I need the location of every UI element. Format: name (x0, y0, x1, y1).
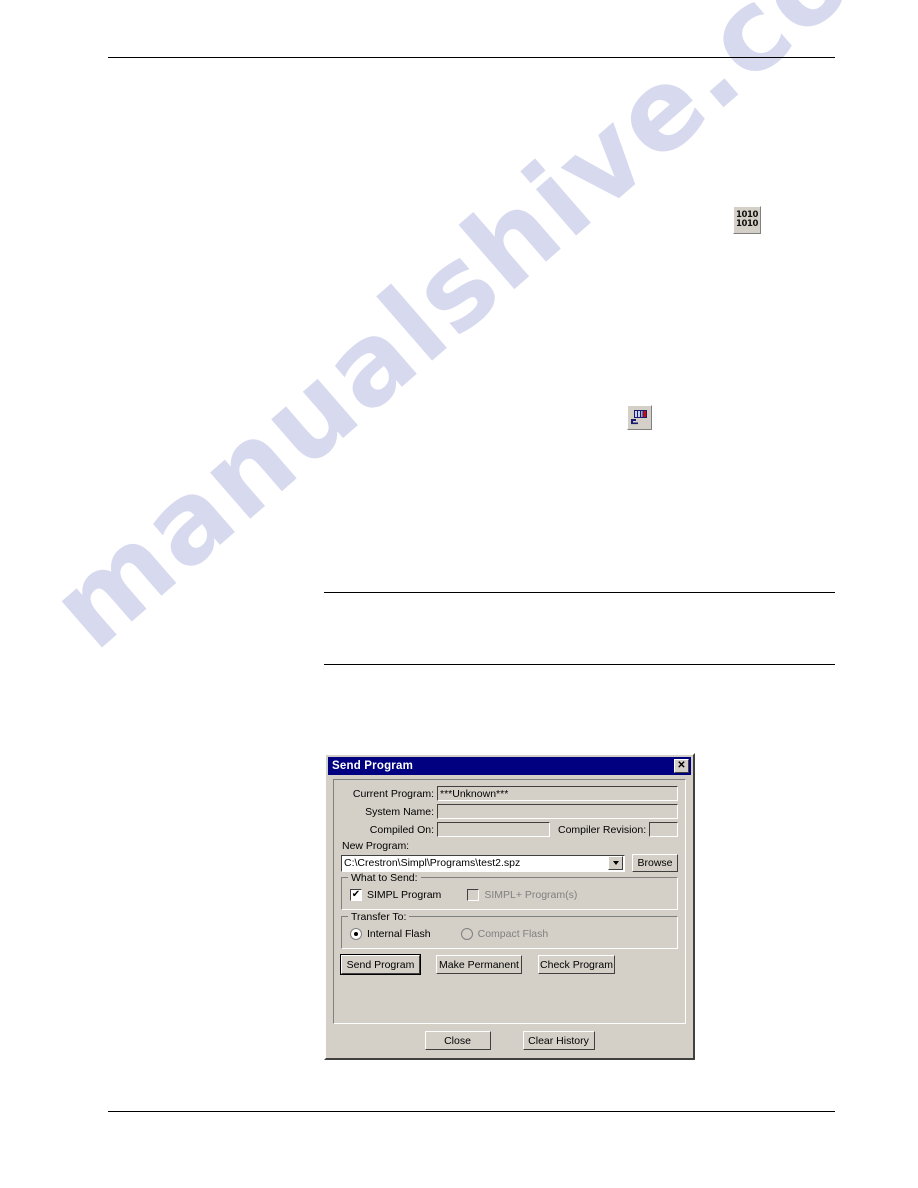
clear-history-button[interactable]: Clear History (522, 1031, 595, 1050)
close-icon[interactable]: ✕ (674, 759, 689, 773)
dialog-body: Current Program: ***Unknown*** System Na… (333, 779, 686, 1024)
system-name-value (437, 804, 678, 819)
note-box (324, 594, 835, 662)
compact-flash-radio-row: Compact Flash (460, 928, 549, 940)
internal-flash-label: Internal Flash (367, 928, 431, 940)
compiler-revision-label: Compiler Revision: (558, 823, 647, 836)
chevron-down-glyph (612, 861, 619, 865)
transfer-to-group: Transfer To: Internal Flash Compact Flas… (341, 911, 678, 949)
what-to-send-legend: What to Send: (348, 872, 421, 884)
internal-flash-radio[interactable] (350, 928, 362, 940)
simpl-program-checkbox-row[interactable]: ✔ SIMPL Program (350, 889, 441, 901)
what-to-send-group: What to Send: ✔ SIMPL Program SIMPL+ Pro… (341, 872, 678, 910)
compiled-on-label: Compiled On: (369, 823, 434, 836)
binary-icon-line-2: 1010 (735, 219, 759, 229)
document-page: manualshive.com 1010 1010 Send Program ✕ (0, 0, 918, 1188)
simpl-plus-program-checkbox (467, 889, 480, 901)
what-to-send-options: ✔ SIMPL Program SIMPL+ Program(s) (350, 887, 671, 903)
note-rule-bottom (324, 664, 835, 665)
action-button-row: Send Program Make Permanent Check Progra… (340, 954, 678, 975)
compiled-on-row: Compiled On: Compiler Revision: (341, 822, 678, 837)
dialog-footer-buttons: Close Clear History (326, 1031, 693, 1050)
transfer-to-options: Internal Flash Compact Flash (350, 926, 671, 942)
transfer-to-legend: Transfer To: (348, 911, 410, 923)
current-program-value: ***Unknown*** (437, 786, 678, 801)
current-program-label: Current Program: (352, 787, 434, 800)
compiled-on-value (437, 822, 550, 837)
compact-flash-radio (460, 928, 473, 940)
new-program-value[interactable]: C:\Crestron\Simpl\Programs\test2.spz (344, 857, 608, 869)
dialog-titlebar: Send Program ✕ (328, 757, 691, 775)
system-name-row: System Name: (341, 804, 678, 819)
simpl-program-checkbox[interactable]: ✔ (350, 889, 362, 901)
browse-button[interactable]: Browse (632, 854, 678, 872)
header-rule (108, 57, 835, 58)
watermark-text: manualshive.com (27, 0, 918, 675)
system-name-label: System Name: (365, 805, 434, 818)
send-program-icon-art (631, 410, 647, 425)
new-program-combobox[interactable]: C:\Crestron\Simpl\Programs\test2.spz (341, 854, 625, 872)
send-program-toolbar-icon[interactable] (627, 405, 652, 430)
new-program-label: New Program: (342, 840, 410, 852)
footer-rule (108, 1111, 835, 1112)
current-program-row: Current Program: ***Unknown*** (341, 786, 678, 801)
check-program-button[interactable]: Check Program (538, 955, 615, 974)
radio-dot (354, 932, 358, 936)
binary-1010-icon[interactable]: 1010 1010 (733, 206, 761, 234)
simpl-program-label: SIMPL Program (367, 889, 442, 901)
note-rule-top (324, 592, 835, 593)
new-program-row: C:\Crestron\Simpl\Programs\test2.spz Bro… (341, 854, 678, 872)
send-program-button[interactable]: Send Program (340, 954, 421, 975)
compiler-revision-value (649, 822, 678, 837)
send-program-dialog: Send Program ✕ Current Program: ***Unkno… (324, 753, 695, 1060)
internal-flash-radio-row[interactable]: Internal Flash (350, 928, 431, 940)
simpl-plus-program-checkbox-row: SIMPL+ Program(s) (467, 889, 577, 901)
compact-flash-label: Compact Flash (477, 928, 549, 940)
binary-icon-glyph: 1010 1010 (736, 211, 758, 229)
dialog-title: Send Program (332, 760, 414, 772)
chevron-down-icon[interactable] (608, 856, 623, 870)
close-button[interactable]: Close (424, 1031, 491, 1050)
make-permanent-button[interactable]: Make Permanent (436, 955, 522, 974)
simpl-plus-program-label: SIMPL+ Program(s) (484, 889, 578, 901)
